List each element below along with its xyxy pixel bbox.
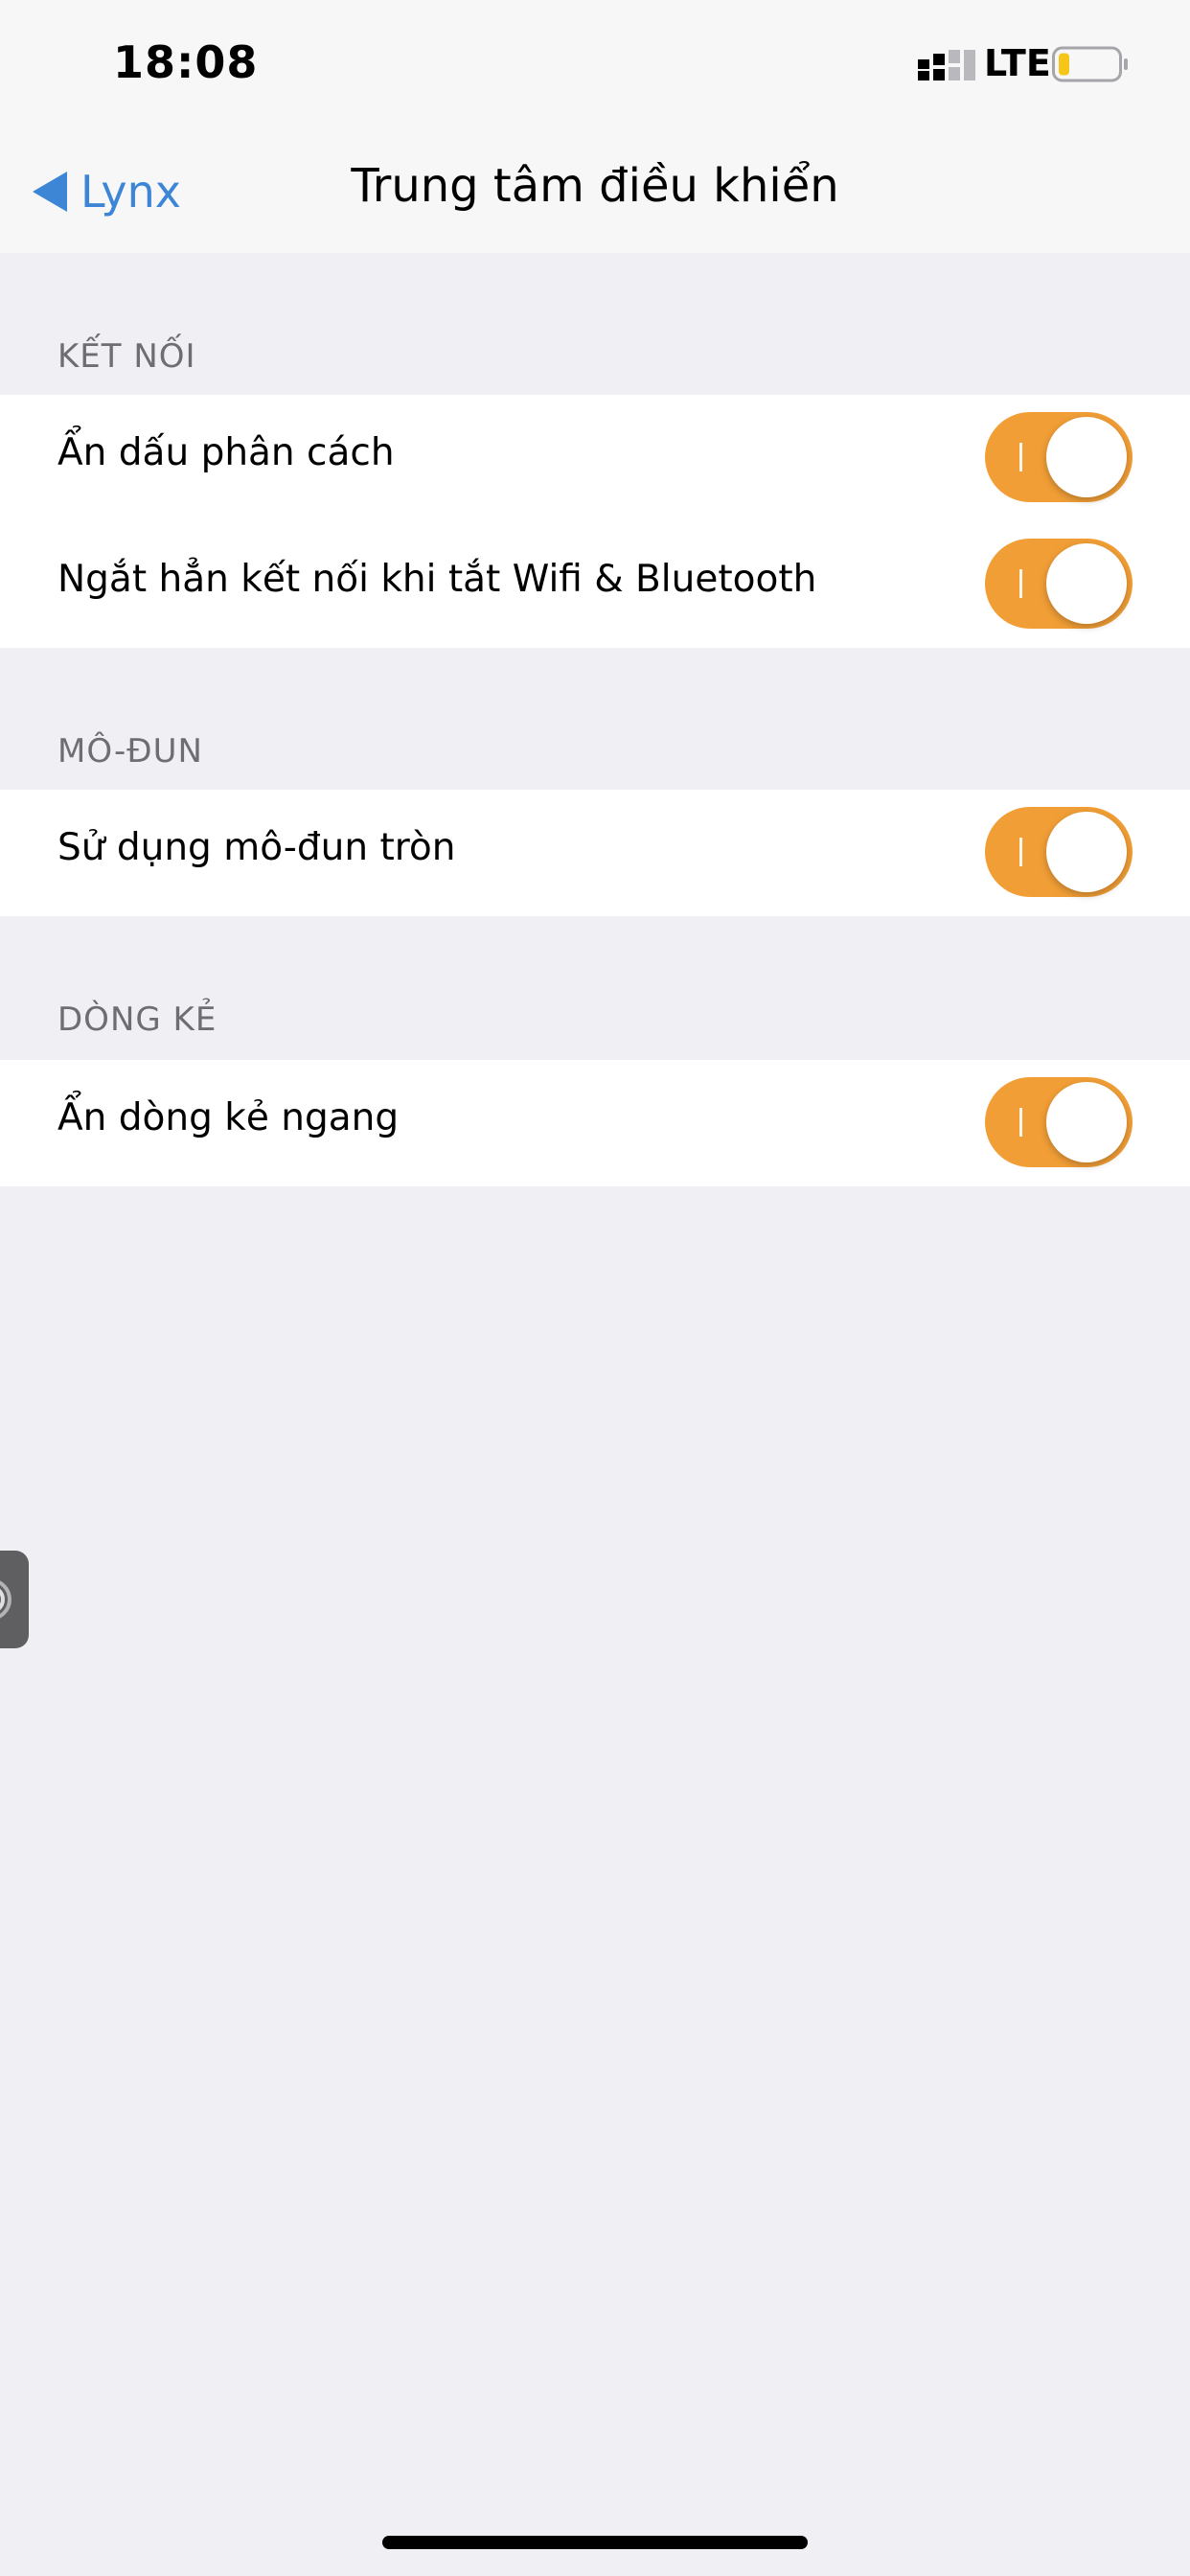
navigation-bar: Trung tâm điều khiển Lynx: [0, 126, 1190, 253]
settings-row-hide-separator: Ẩn dấu phân cách: [0, 395, 1190, 521]
settings-row-hide-horizontal-line: Ẩn dòng kẻ ngang: [0, 1060, 1190, 1186]
row-label: Ẩn dòng kẻ ngang: [57, 1096, 400, 1139]
status-time: 18:08: [113, 36, 259, 88]
toggle-on-indicator: [1019, 838, 1022, 866]
row-label: Sử dụng mô-đun tròn: [57, 826, 456, 869]
settings-screen: 18:08 LTE Trung tâm điều khiển Lynx KẾT …: [0, 0, 1190, 2576]
status-bar: 18:08 LTE: [0, 0, 1190, 126]
round-module-toggle[interactable]: [985, 807, 1133, 897]
assistive-touch-button[interactable]: [0, 1551, 29, 1648]
back-triangle-icon: [33, 172, 67, 212]
settings-row-disconnect-wifi-bluetooth: Ngắt hẳn kết nối khi tắt Wifi & Bluetoot…: [0, 521, 1190, 648]
assistive-touch-icon: [0, 1580, 11, 1619]
toggle-on-indicator: [1019, 1108, 1022, 1137]
back-button-label: Lynx: [80, 166, 182, 218]
section-header-connection: KẾT NỐI: [57, 337, 196, 376]
toggle-knob: [1046, 417, 1127, 497]
home-indicator[interactable]: [382, 2536, 808, 2549]
section-group-lines: Ẩn dòng kẻ ngang: [0, 1060, 1190, 1186]
toggle-on-indicator: [1019, 443, 1022, 472]
toggle-knob: [1046, 543, 1127, 624]
section-header-module: MÔ-ĐUN: [57, 732, 203, 770]
hide-horizontal-line-toggle[interactable]: [985, 1077, 1133, 1167]
toggle-on-indicator: [1019, 569, 1022, 598]
network-type: LTE: [984, 42, 1051, 84]
section-group-module: Sử dụng mô-đun tròn: [0, 790, 1190, 916]
row-label: Ngắt hẳn kết nối khi tắt Wifi & Bluetoot…: [57, 558, 817, 601]
battery-icon: [1052, 46, 1128, 82]
back-button[interactable]: Lynx: [33, 163, 181, 220]
row-label: Ẩn dấu phân cách: [57, 431, 395, 474]
settings-row-round-module: Sử dụng mô-đun tròn: [0, 790, 1190, 916]
toggle-knob: [1046, 1082, 1127, 1162]
disconnect-wifi-bluetooth-toggle[interactable]: [985, 539, 1133, 629]
cellular-signal-icon: [918, 50, 975, 80]
toggle-knob: [1046, 812, 1127, 892]
hide-separator-toggle[interactable]: [985, 412, 1133, 502]
section-header-lines: DÒNG KẺ: [57, 1000, 217, 1039]
section-group-connection: Ẩn dấu phân cách Ngắt hẳn kết nối khi tắ…: [0, 395, 1190, 648]
